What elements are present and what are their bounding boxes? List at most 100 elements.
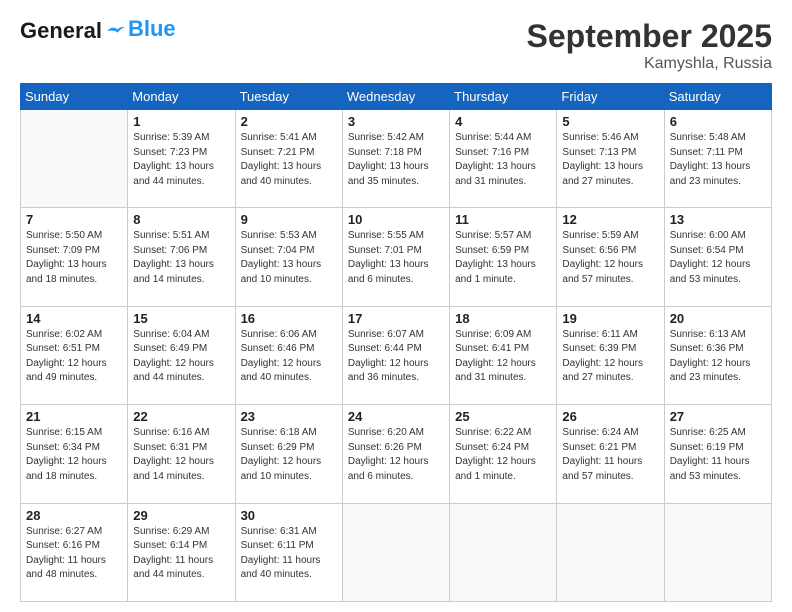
day-detail: Sunrise: 6:13 AM Sunset: 6:36 PM Dayligh… <box>670 328 766 386</box>
day-detail: Sunrise: 5:57 AM Sunset: 6:59 PM Dayligh… <box>455 229 551 287</box>
day-number: 2 <box>241 114 337 129</box>
bird-icon <box>106 24 124 38</box>
table-row: 9Sunrise: 5:53 AM Sunset: 7:04 PM Daylig… <box>235 208 342 306</box>
day-detail: Sunrise: 6:25 AM Sunset: 6:19 PM Dayligh… <box>670 426 766 484</box>
table-row: 10Sunrise: 5:55 AM Sunset: 7:01 PM Dayli… <box>342 208 449 306</box>
day-number: 23 <box>241 409 337 424</box>
table-row: 28Sunrise: 6:27 AM Sunset: 6:16 PM Dayli… <box>21 503 128 601</box>
day-detail: Sunrise: 6:09 AM Sunset: 6:41 PM Dayligh… <box>455 328 551 386</box>
day-detail: Sunrise: 5:53 AM Sunset: 7:04 PM Dayligh… <box>241 229 337 287</box>
logo-general: General <box>20 18 102 44</box>
day-detail: Sunrise: 5:41 AM Sunset: 7:21 PM Dayligh… <box>241 131 337 189</box>
table-row <box>664 503 771 601</box>
day-number: 26 <box>562 409 658 424</box>
day-detail: Sunrise: 6:02 AM Sunset: 6:51 PM Dayligh… <box>26 328 122 386</box>
day-number: 7 <box>26 212 122 227</box>
day-detail: Sunrise: 6:00 AM Sunset: 6:54 PM Dayligh… <box>670 229 766 287</box>
day-number: 29 <box>133 508 229 523</box>
day-detail: Sunrise: 5:48 AM Sunset: 7:11 PM Dayligh… <box>670 131 766 189</box>
col-thursday: Thursday <box>450 84 557 110</box>
month-title: September 2025 <box>527 18 772 55</box>
table-row: 6 Sunrise: 5:48 AM Sunset: 7:11 PM Daylig… <box>664 110 771 208</box>
day-number: 8 <box>133 212 229 227</box>
day-detail: Sunrise: 6:31 AM Sunset: 6:11 PM Dayligh… <box>241 525 337 583</box>
table-row: 8 Sunrise: 5:51 AM Sunset: 7:06 PM Daylig… <box>128 208 235 306</box>
table-row <box>342 503 449 601</box>
day-number: 17 <box>348 311 444 326</box>
day-number: 11 <box>455 212 551 227</box>
calendar-week-row: 21 Sunrise: 6:15 AM Sunset: 6:34 PM Dayli… <box>21 405 772 503</box>
day-number: 21 <box>26 409 122 424</box>
day-number: 15 <box>133 311 229 326</box>
table-row: 22 Sunrise: 6:16 AM Sunset: 6:31 PM Dayli… <box>128 405 235 503</box>
logo-text: General Blue <box>20 18 176 44</box>
table-row: 23 Sunrise: 6:18 AM Sunset: 6:29 PM Dayli… <box>235 405 342 503</box>
day-number: 28 <box>26 508 122 523</box>
day-number: 27 <box>670 409 766 424</box>
table-row: 2 Sunrise: 5:41 AM Sunset: 7:21 PM Daylig… <box>235 110 342 208</box>
calendar-week-row: 1Sunrise: 5:39 AM Sunset: 7:23 PM Daylig… <box>21 110 772 208</box>
table-row: 4 Sunrise: 5:44 AM Sunset: 7:16 PM Daylig… <box>450 110 557 208</box>
table-row: 15 Sunrise: 6:04 AM Sunset: 6:49 PM Dayli… <box>128 306 235 404</box>
day-detail: Sunrise: 5:59 AM Sunset: 6:56 PM Dayligh… <box>562 229 658 287</box>
table-row: 24 Sunrise: 6:20 AM Sunset: 6:26 PM Dayli… <box>342 405 449 503</box>
col-monday: Monday <box>128 84 235 110</box>
table-row <box>450 503 557 601</box>
table-row: 11 Sunrise: 5:57 AM Sunset: 6:59 PM Dayli… <box>450 208 557 306</box>
table-row: 29 Sunrise: 6:29 AM Sunset: 6:14 PM Dayli… <box>128 503 235 601</box>
table-row: 12 Sunrise: 5:59 AM Sunset: 6:56 PM Dayli… <box>557 208 664 306</box>
day-number: 12 <box>562 212 658 227</box>
day-detail: Sunrise: 5:50 AM Sunset: 7:09 PM Dayligh… <box>26 229 122 287</box>
table-row: 16Sunrise: 6:06 AM Sunset: 6:46 PM Dayli… <box>235 306 342 404</box>
day-detail: Sunrise: 6:07 AM Sunset: 6:44 PM Dayligh… <box>348 328 444 386</box>
day-number: 4 <box>455 114 551 129</box>
day-number: 18 <box>455 311 551 326</box>
table-row: 30Sunrise: 6:31 AM Sunset: 6:11 PM Dayli… <box>235 503 342 601</box>
day-number: 13 <box>670 212 766 227</box>
day-number: 6 <box>670 114 766 129</box>
day-detail: Sunrise: 5:39 AM Sunset: 7:23 PM Dayligh… <box>133 131 229 189</box>
table-row: 17 Sunrise: 6:07 AM Sunset: 6:44 PM Dayli… <box>342 306 449 404</box>
calendar-week-row: 14Sunrise: 6:02 AM Sunset: 6:51 PM Dayli… <box>21 306 772 404</box>
day-number: 22 <box>133 409 229 424</box>
table-row: 3Sunrise: 5:42 AM Sunset: 7:18 PM Daylig… <box>342 110 449 208</box>
calendar-week-row: 28Sunrise: 6:27 AM Sunset: 6:16 PM Dayli… <box>21 503 772 601</box>
day-detail: Sunrise: 5:51 AM Sunset: 7:06 PM Dayligh… <box>133 229 229 287</box>
table-row <box>557 503 664 601</box>
logo: General Blue <box>20 18 176 44</box>
col-sunday: Sunday <box>21 84 128 110</box>
logo-blue: Blue <box>128 16 176 42</box>
col-saturday: Saturday <box>664 84 771 110</box>
day-detail: Sunrise: 6:18 AM Sunset: 6:29 PM Dayligh… <box>241 426 337 484</box>
day-detail: Sunrise: 6:20 AM Sunset: 6:26 PM Dayligh… <box>348 426 444 484</box>
day-detail: Sunrise: 5:44 AM Sunset: 7:16 PM Dayligh… <box>455 131 551 189</box>
table-row: 7 Sunrise: 5:50 AM Sunset: 7:09 PM Daylig… <box>21 208 128 306</box>
table-row: 14Sunrise: 6:02 AM Sunset: 6:51 PM Dayli… <box>21 306 128 404</box>
table-row: 20 Sunrise: 6:13 AM Sunset: 6:36 PM Dayli… <box>664 306 771 404</box>
day-number: 19 <box>562 311 658 326</box>
day-number: 25 <box>455 409 551 424</box>
table-row: 5Sunrise: 5:46 AM Sunset: 7:13 PM Daylig… <box>557 110 664 208</box>
day-detail: Sunrise: 6:11 AM Sunset: 6:39 PM Dayligh… <box>562 328 658 386</box>
col-tuesday: Tuesday <box>235 84 342 110</box>
day-number: 24 <box>348 409 444 424</box>
table-row <box>21 110 128 208</box>
day-detail: Sunrise: 5:55 AM Sunset: 7:01 PM Dayligh… <box>348 229 444 287</box>
day-detail: Sunrise: 6:16 AM Sunset: 6:31 PM Dayligh… <box>133 426 229 484</box>
col-wednesday: Wednesday <box>342 84 449 110</box>
calendar-table: Sunday Monday Tuesday Wednesday Thursday… <box>20 83 772 602</box>
table-row: 19 Sunrise: 6:11 AM Sunset: 6:39 PM Dayli… <box>557 306 664 404</box>
day-number: 20 <box>670 311 766 326</box>
table-row: 21 Sunrise: 6:15 AM Sunset: 6:34 PM Dayli… <box>21 405 128 503</box>
table-row: 18 Sunrise: 6:09 AM Sunset: 6:41 PM Dayli… <box>450 306 557 404</box>
day-number: 3 <box>348 114 444 129</box>
day-number: 5 <box>562 114 658 129</box>
day-detail: Sunrise: 6:29 AM Sunset: 6:14 PM Dayligh… <box>133 525 229 583</box>
day-detail: Sunrise: 6:15 AM Sunset: 6:34 PM Dayligh… <box>26 426 122 484</box>
title-section: September 2025 Kamyshla, Russia <box>527 18 772 73</box>
page: General Blue September 2025 Kamyshla, Ru… <box>0 0 792 612</box>
day-number: 16 <box>241 311 337 326</box>
day-detail: Sunrise: 6:04 AM Sunset: 6:49 PM Dayligh… <box>133 328 229 386</box>
table-row: 1Sunrise: 5:39 AM Sunset: 7:23 PM Daylig… <box>128 110 235 208</box>
table-row: 26Sunrise: 6:24 AM Sunset: 6:21 PM Dayli… <box>557 405 664 503</box>
